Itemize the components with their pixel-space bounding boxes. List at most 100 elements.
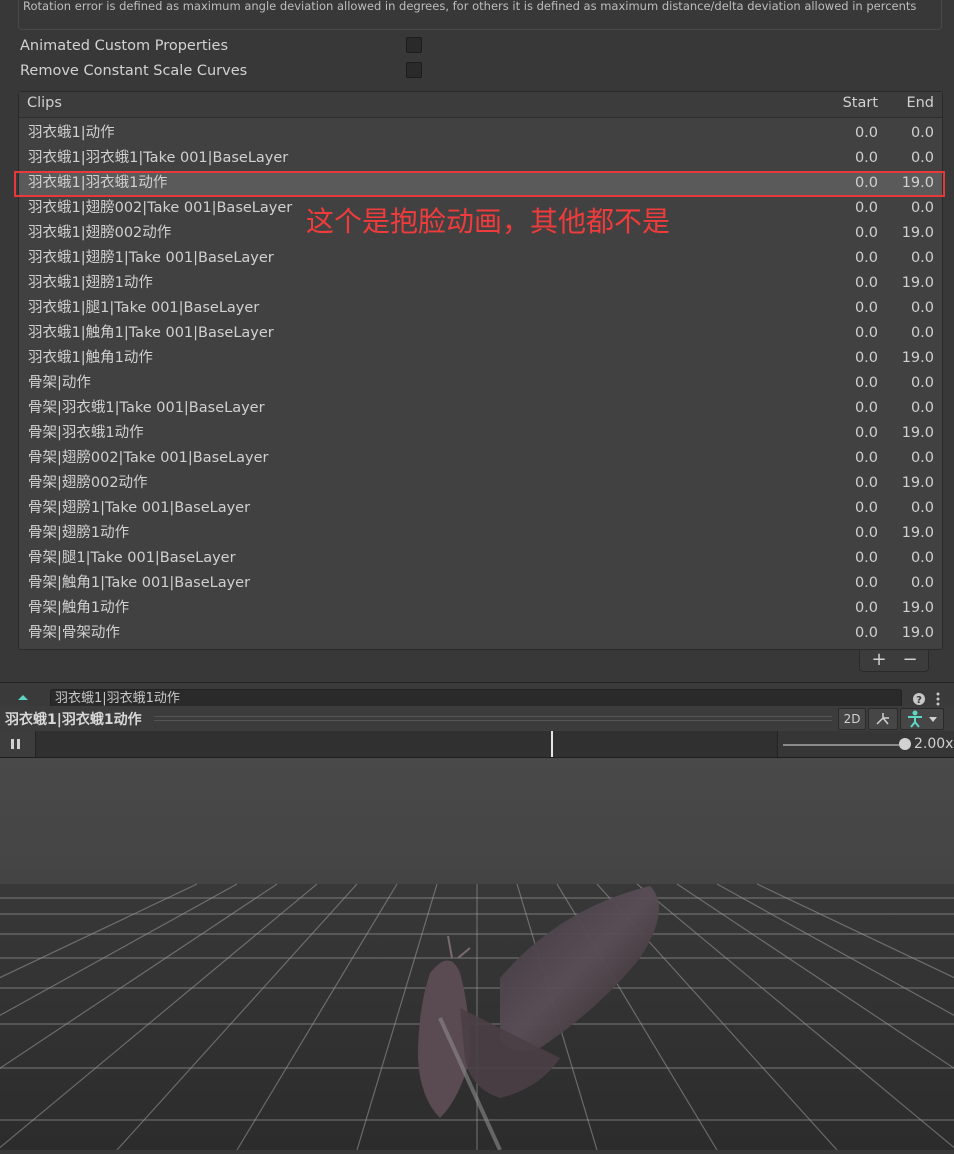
clip-row[interactable]: 骨架|翅膀002|Take 001|BaseLayer 0.0 0.0 <box>19 446 942 471</box>
remove-constant-scale-curves-label: Remove Constant Scale Curves <box>20 63 248 79</box>
clip-row[interactable]: 羽衣蛾1|翅膀1|Take 001|BaseLayer 0.0 0.0 <box>19 246 942 271</box>
add-clip-button[interactable]: + <box>864 650 894 670</box>
pause-icon <box>11 739 20 749</box>
animated-custom-properties-label: Animated Custom Properties <box>20 38 229 54</box>
clip-start: 0.0 <box>854 250 878 266</box>
title-drag-line <box>154 716 832 721</box>
clip-name: 羽衣蛾1|动作 <box>28 125 115 141</box>
clip-name: 骨架|翅膀1动作 <box>28 525 130 541</box>
clip-name: 羽衣蛾1|触角1|Take 001|BaseLayer <box>28 325 274 341</box>
clip-end: 0.0 <box>910 575 934 591</box>
clip-name: 骨架|动作 <box>28 375 91 391</box>
avatar-figure-icon <box>908 710 937 728</box>
help-box: Rotation error is defined as maximum ang… <box>18 0 942 30</box>
clip-start: 0.0 <box>854 600 878 616</box>
start-column-header: Start <box>842 95 878 111</box>
clip-row[interactable]: 骨架|动作 0.0 0.0 <box>19 371 942 396</box>
animated-custom-properties-checkbox[interactable] <box>406 37 422 53</box>
clip-end: 0.0 <box>910 300 934 316</box>
clip-name: 羽衣蛾1|触角1动作 <box>28 350 153 366</box>
timeline-playhead[interactable] <box>551 731 553 757</box>
clip-name: 骨架|翅膀1|Take 001|BaseLayer <box>28 500 251 516</box>
clip-row[interactable]: 羽衣蛾1|触角1|Take 001|BaseLayer 0.0 0.0 <box>19 321 942 346</box>
clip-row[interactable]: 骨架|翅膀1|Take 001|BaseLayer 0.0 0.0 <box>19 496 942 521</box>
help-icon[interactable]: ? <box>912 692 926 706</box>
clip-start: 0.0 <box>854 150 878 166</box>
clip-start: 0.0 <box>854 400 878 416</box>
clip-row[interactable]: 羽衣蛾1|羽衣蛾1动作 0.0 19.0 <box>19 171 942 196</box>
clip-row[interactable]: 骨架|羽衣蛾1|Take 001|BaseLayer 0.0 0.0 <box>19 396 942 421</box>
avatar-dropdown-button[interactable] <box>900 708 944 730</box>
clip-row[interactable]: 骨架|翅膀002动作 0.0 19.0 <box>19 471 942 496</box>
clip-start: 0.0 <box>854 275 878 291</box>
speed-label: 2.00x <box>914 736 954 752</box>
clip-row[interactable]: 骨架|腿1|Take 001|BaseLayer 0.0 0.0 <box>19 546 942 571</box>
clip-end: 0.0 <box>910 375 934 391</box>
help-text: Rotation error is defined as maximum ang… <box>23 0 917 13</box>
clip-end: 19.0 <box>901 225 934 241</box>
remove-constant-scale-curves-checkbox[interactable] <box>406 62 422 78</box>
clip-name: 骨架|翅膀002动作 <box>28 475 148 491</box>
clip-add-remove-group: + − <box>859 650 929 672</box>
clips-column-header: Clips <box>27 95 62 111</box>
clip-end: 0.0 <box>910 325 934 341</box>
timeline-scrubber[interactable] <box>36 731 776 757</box>
clip-start: 0.0 <box>854 425 878 441</box>
speed-slider-knob[interactable] <box>899 738 911 750</box>
clip-end: 0.0 <box>910 150 934 166</box>
preview-viewport[interactable] <box>0 758 954 1151</box>
clip-end: 19.0 <box>901 600 934 616</box>
toggle-2d-button[interactable]: 2D <box>838 708 866 730</box>
clip-end: 0.0 <box>910 125 934 141</box>
clip-row[interactable]: 羽衣蛾1|羽衣蛾1|Take 001|BaseLayer 0.0 0.0 <box>19 146 942 171</box>
clip-row[interactable]: 骨架|羽衣蛾1动作 0.0 19.0 <box>19 421 942 446</box>
clip-name: 骨架|翅膀002|Take 001|BaseLayer <box>28 450 269 466</box>
clip-end: 19.0 <box>901 275 934 291</box>
clip-end: 0.0 <box>910 400 934 416</box>
clip-name: 骨架|羽衣蛾1|Take 001|BaseLayer <box>28 400 265 416</box>
svg-text:?: ? <box>916 695 922 706</box>
pause-button[interactable] <box>0 731 36 757</box>
clip-start: 0.0 <box>854 175 878 191</box>
pivot-toggle-button[interactable] <box>868 708 898 730</box>
clip-start: 0.0 <box>854 375 878 391</box>
clip-row[interactable]: 骨架|触角1|Take 001|BaseLayer 0.0 0.0 <box>19 571 942 596</box>
more-options-icon[interactable] <box>934 692 942 706</box>
avatar-head-icon <box>18 695 28 700</box>
clip-start: 0.0 <box>854 350 878 366</box>
end-column-header: End <box>906 95 934 111</box>
clip-end: 19.0 <box>901 625 934 641</box>
clip-name: 骨架|触角1|Take 001|BaseLayer <box>28 575 251 591</box>
clip-end: 0.0 <box>910 500 934 516</box>
clip-name: 羽衣蛾1|翅膀002动作 <box>28 225 172 241</box>
clip-end: 19.0 <box>901 475 934 491</box>
clip-end: 0.0 <box>910 450 934 466</box>
clip-end: 0.0 <box>910 200 934 216</box>
clip-row[interactable]: 羽衣蛾1|触角1动作 0.0 19.0 <box>19 346 942 371</box>
clip-start: 0.0 <box>854 550 878 566</box>
clip-name: 骨架|羽衣蛾1动作 <box>28 425 144 441</box>
clip-row[interactable]: 羽衣蛾1|腿1|Take 001|BaseLayer 0.0 0.0 <box>19 296 942 321</box>
clip-end: 19.0 <box>901 525 934 541</box>
clip-row[interactable]: 骨架|翅膀1动作 0.0 19.0 <box>19 521 942 546</box>
remove-clip-button[interactable]: − <box>895 650 925 670</box>
clip-row[interactable]: 骨架|骨架动作 0.0 19.0 <box>19 621 942 646</box>
clip-start: 0.0 <box>854 475 878 491</box>
clip-row[interactable]: 羽衣蛾1|翅膀1动作 0.0 19.0 <box>19 271 942 296</box>
annotation-text: 这个是抱脸动画，其他都不是 <box>306 205 671 238</box>
clips-panel: Clips Start End 羽衣蛾1|动作 0.0 0.0 羽衣蛾1|羽衣蛾1|T… <box>18 91 943 650</box>
clip-end: 0.0 <box>910 250 934 266</box>
clip-end: 0.0 <box>910 550 934 566</box>
clip-row[interactable]: 骨架|触角1动作 0.0 19.0 <box>19 596 942 621</box>
clip-start: 0.0 <box>854 300 878 316</box>
preview-title: 羽衣蛾1|羽衣蛾1动作 <box>5 712 142 728</box>
clip-row[interactable]: 羽衣蛾1|动作 0.0 0.0 <box>19 121 942 146</box>
clip-name: 羽衣蛾1|羽衣蛾1动作 <box>28 175 168 191</box>
clip-start: 0.0 <box>854 325 878 341</box>
clip-end: 19.0 <box>901 425 934 441</box>
clip-name: 羽衣蛾1|翅膀002|Take 001|BaseLayer <box>28 200 293 216</box>
clip-name: 羽衣蛾1|翅膀1动作 <box>28 275 153 291</box>
clip-start: 0.0 <box>854 225 878 241</box>
speed-slider-track[interactable] <box>783 744 903 746</box>
clip-start: 0.0 <box>854 575 878 591</box>
